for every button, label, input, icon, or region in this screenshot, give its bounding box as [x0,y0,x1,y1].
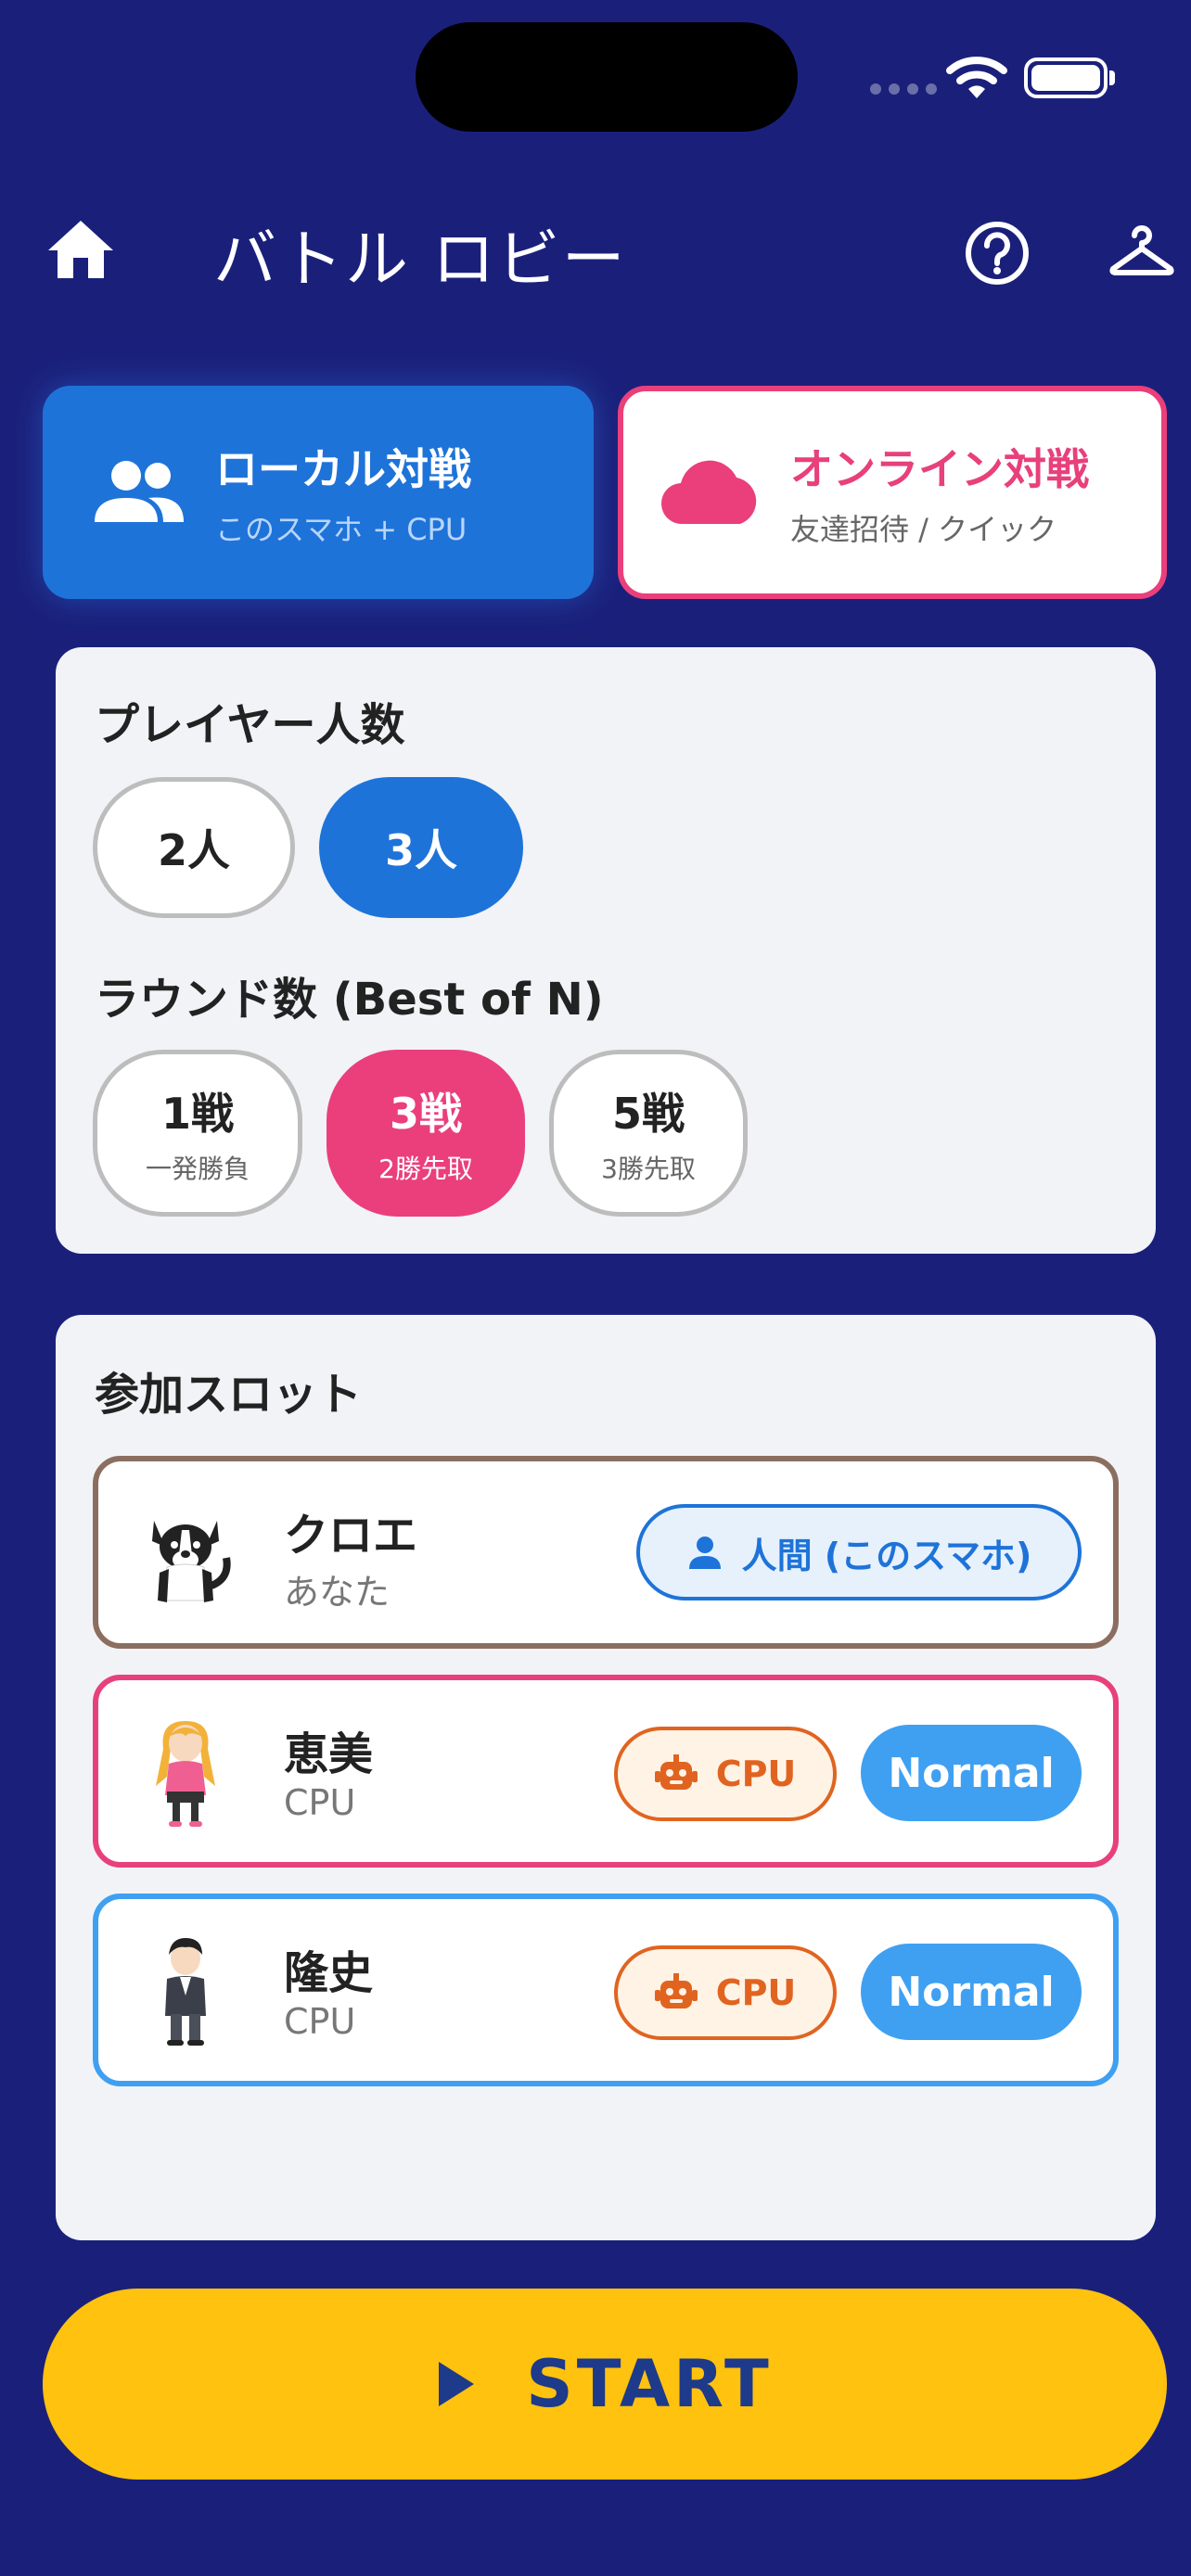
slot-player-role: あなた [284,1572,391,1613]
rounds-option-sub: 3勝先取 [601,1154,696,1184]
help-icon[interactable] [965,221,1030,286]
page-title: バトル ロビー [213,223,627,297]
players-option-label: 2人 [157,825,230,875]
human-type-button[interactable]: 人間 (このスマホ) [636,1504,1082,1600]
tab-online-subtitle: 友達招待 / クイック [790,512,1057,547]
play-icon [439,2362,475,2406]
rounds-label: ラウンド数 (Best of N) [95,974,604,1026]
rounds-option-label: 1戦 [160,1089,234,1139]
boy-avatar [126,1931,245,2049]
battery-icon [1024,57,1108,98]
cloud-icon [660,460,757,525]
rounds-option-label: 3戦 [389,1089,462,1139]
tab-local-subtitle: このスマホ + CPU [215,512,467,547]
human-type-label: 人間 (このスマホ) [741,1535,1032,1576]
slots-label: 参加スロット [95,1369,363,1421]
cpu-type-label: CPU [715,1972,797,2013]
hanger-icon[interactable] [1109,223,1174,278]
slot-player-role: CPU [284,1782,356,1823]
slot-player-name: クロエ [284,1510,418,1562]
wifi-icon [946,57,1007,98]
slot-player-name: 隆史 [284,1947,374,1999]
cpu-level-button[interactable]: Normal [861,1944,1082,2040]
robot-icon [654,1754,698,1790]
slot-player-name: 恵美 [284,1728,374,1780]
players-option-3[interactable]: 3人 [319,777,523,918]
tab-local-battle[interactable]: ローカル対戦 このスマホ + CPU [43,386,594,599]
dynamic-island [416,22,798,132]
tab-online-title: オンライン対戦 [790,444,1089,494]
cellular-signal-icon [870,83,937,95]
robot-icon [654,1973,698,2009]
players-label: プレイヤー人数 [95,699,405,751]
dog-avatar [126,1493,245,1612]
start-button[interactable]: START [43,2289,1167,2480]
battery-tip [1109,70,1115,85]
slot-row-2[interactable]: 恵美 CPU CPU Normal [93,1675,1119,1868]
match-settings-card: プレイヤー人数 2人 3人 ラウンド数 (Best of N) 1戦 一発勝負 … [56,647,1156,1254]
rounds-option-label: 5戦 [611,1089,685,1139]
girl-avatar [126,1712,245,1830]
slot-row-3[interactable]: 隆史 CPU CPU Normal [93,1894,1119,2086]
tab-online-battle[interactable]: オンライン対戦 友達招待 / クイック [618,386,1167,599]
tab-local-title: ローカル対戦 [215,444,471,494]
participant-slots-card: 参加スロット クロエ あなた 人間 (このスマホ) 恵美 CPU CPU Nor… [56,1315,1156,2240]
rounds-option-5[interactable]: 5戦 3勝先取 [549,1050,748,1217]
players-option-2[interactable]: 2人 [93,777,295,918]
cpu-level-label: Normal [888,1749,1055,1797]
slot-player-role: CPU [284,2001,356,2042]
cpu-type-label: CPU [715,1753,797,1794]
slot-row-1[interactable]: クロエ あなた 人間 (このスマホ) [93,1456,1119,1649]
cpu-level-button[interactable]: Normal [861,1725,1082,1821]
start-label: START [526,2346,773,2422]
rounds-option-1[interactable]: 1戦 一発勝負 [93,1050,302,1217]
rounds-option-sub: 2勝先取 [378,1154,473,1184]
person-icon [688,1537,721,1569]
rounds-option-sub: 一発勝負 [145,1154,250,1184]
players-option-label: 3人 [384,825,457,875]
cpu-level-label: Normal [888,1968,1055,2016]
cpu-type-button[interactable]: CPU [614,1945,837,2040]
rounds-option-3[interactable]: 3戦 2勝先取 [327,1050,525,1217]
home-icon[interactable] [46,219,115,280]
cpu-type-button[interactable]: CPU [614,1727,837,1821]
group-icon [95,461,184,522]
